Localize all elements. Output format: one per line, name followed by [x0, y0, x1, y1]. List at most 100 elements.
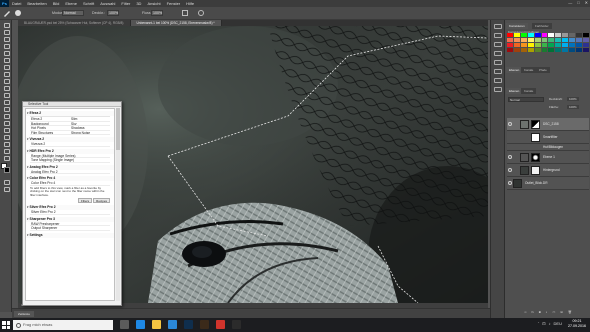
quick-mask-icon[interactable] [2, 179, 10, 185]
tab-kanaele[interactable]: Kanäle [521, 67, 537, 73]
history-brush-tool-icon[interactable] [2, 85, 10, 91]
bridge-icon[interactable] [200, 320, 209, 329]
actions-panel-icon[interactable] [494, 87, 502, 92]
edge-icon[interactable] [136, 320, 145, 329]
color-swatch[interactable] [569, 38, 576, 42]
opacity-field[interactable]: 100% [107, 10, 119, 16]
filter-section-header[interactable]: Settings [26, 232, 114, 238]
clone-source-panel-icon[interactable] [494, 78, 502, 83]
move-tool-icon[interactable] [2, 22, 10, 28]
brush-tool-icon-side[interactable] [2, 71, 10, 77]
layer-row-hintergrund[interactable]: Hintergrund [507, 164, 589, 177]
selective-tool-title[interactable]: Selective Tool [23, 102, 121, 107]
color-swatch[interactable] [576, 48, 583, 52]
volume-icon[interactable]: ♪ [549, 321, 551, 326]
channels-tab[interactable]: Kanäle [521, 88, 537, 94]
layer-row-smartfilter[interactable]: Smartfilter [507, 131, 589, 144]
color-swatch[interactable] [527, 38, 534, 42]
layers-tab[interactable]: Ebenen [506, 88, 523, 94]
dodge-tool-icon[interactable] [2, 113, 10, 119]
lasso-tool-icon[interactable] [2, 36, 10, 42]
timeline-tab[interactable]: Zeitleiste [14, 311, 35, 317]
color-swatch[interactable] [534, 43, 541, 47]
color-swatch[interactable] [583, 43, 589, 47]
layer-row-ebene1[interactable]: Ebene 1 [507, 151, 589, 164]
menu-datei[interactable]: Datei [9, 1, 24, 6]
color-swatch[interactable] [507, 38, 513, 42]
eraser-tool-icon[interactable] [2, 92, 10, 98]
color-swatch[interactable] [569, 48, 576, 52]
marquee-tool-icon[interactable] [2, 29, 10, 35]
color-swatch[interactable] [555, 48, 562, 52]
filter-preset[interactable]: Film Structures [30, 131, 70, 135]
taskbar-search-input[interactable]: Frag mich etwas [13, 320, 113, 330]
shape-tool-icon[interactable] [2, 141, 10, 147]
filter-item[interactable]: Silver Efex Pro 2 [30, 210, 110, 215]
task-view-icon[interactable] [120, 320, 129, 329]
layer-mask-thumbnail[interactable] [531, 153, 540, 162]
add-mask-icon[interactable]: ◙ [539, 310, 541, 316]
filter-item[interactable]: Output Sharpener [30, 226, 110, 231]
color-swatch[interactable] [576, 33, 583, 37]
blend-mode-select[interactable]: Normal [508, 97, 544, 102]
windows-start-icon[interactable] [2, 321, 10, 329]
tray-overflow-icon[interactable]: ˆ [538, 321, 539, 326]
color-swatch[interactable] [520, 38, 527, 42]
color-swatch[interactable] [534, 48, 541, 52]
history-panel-icon[interactable] [494, 24, 502, 29]
color-swatch[interactable] [583, 33, 589, 37]
app-red-icon[interactable] [216, 320, 225, 329]
color-swatch[interactable] [507, 43, 513, 47]
visibility-eye-icon[interactable] [508, 181, 512, 185]
eyedropper-tool-icon[interactable] [2, 57, 10, 63]
color-swatch[interactable] [513, 48, 520, 52]
gradient-tool-icon[interactable] [2, 99, 10, 105]
language-indicator[interactable]: DEU [554, 321, 562, 326]
color-swatch[interactable] [576, 43, 583, 47]
tab-ebenen[interactable]: Ebenen [506, 67, 523, 73]
color-swatch[interactable] [583, 48, 589, 52]
info-panel-icon[interactable] [494, 42, 502, 47]
visibility-eye-icon[interactable] [508, 122, 512, 126]
color-swatch[interactable] [548, 48, 555, 52]
menu-auswahl[interactable]: Auswahl [97, 1, 118, 6]
character-panel-icon[interactable] [494, 51, 502, 56]
color-swatch[interactable] [583, 38, 589, 42]
color-swatch[interactable] [548, 38, 555, 42]
network-icon[interactable]: ⊡ [542, 321, 545, 326]
color-swatch[interactable] [548, 43, 555, 47]
layer-opacity-field[interactable]: 100% [567, 97, 579, 101]
menu-ansicht[interactable]: Ansicht [144, 1, 163, 6]
visibility-eye-icon[interactable] [508, 168, 512, 172]
quick-select-tool-icon[interactable] [2, 43, 10, 49]
delete-layer-icon[interactable]: 🗑 [568, 310, 572, 316]
color-swatch[interactable] [520, 43, 527, 47]
color-swatch[interactable] [541, 43, 548, 47]
mode-select[interactable]: Normal [62, 10, 84, 16]
color-swatch[interactable] [534, 38, 541, 42]
color-swatch[interactable] [541, 33, 548, 37]
maximize-button[interactable]: □ [577, 0, 579, 5]
menu-3d[interactable]: 3D [133, 1, 144, 6]
link-layers-icon[interactable]: ∞ [524, 310, 526, 316]
layer-row-dsc[interactable]: DSC_2158 [507, 118, 589, 131]
color-swatch[interactable] [569, 43, 576, 47]
pen-tool-icon[interactable] [2, 120, 10, 126]
visibility-eye-icon[interactable] [508, 155, 512, 159]
brush-preset-icon[interactable] [15, 10, 21, 16]
color-swatch[interactable] [513, 38, 520, 42]
photoshop-icon[interactable] [184, 320, 193, 329]
menu-bild[interactable]: Bild [50, 1, 63, 6]
app-dark-icon[interactable] [232, 320, 241, 329]
color-swatch[interactable] [562, 33, 569, 37]
recipes-button[interactable]: Recipes [93, 198, 110, 204]
brush-panel-icon[interactable] [494, 69, 502, 74]
hand-tool-icon[interactable] [2, 148, 10, 154]
color-swatch[interactable] [562, 43, 569, 47]
color-swatch[interactable] [507, 48, 513, 52]
brush-tool-icon[interactable] [3, 9, 11, 17]
properties-panel-icon[interactable] [494, 33, 502, 38]
taskbar-clock[interactable]: 09:21 27.09.2016 [568, 319, 586, 329]
blur-tool-icon[interactable] [2, 106, 10, 112]
color-swatch[interactable] [555, 33, 562, 37]
